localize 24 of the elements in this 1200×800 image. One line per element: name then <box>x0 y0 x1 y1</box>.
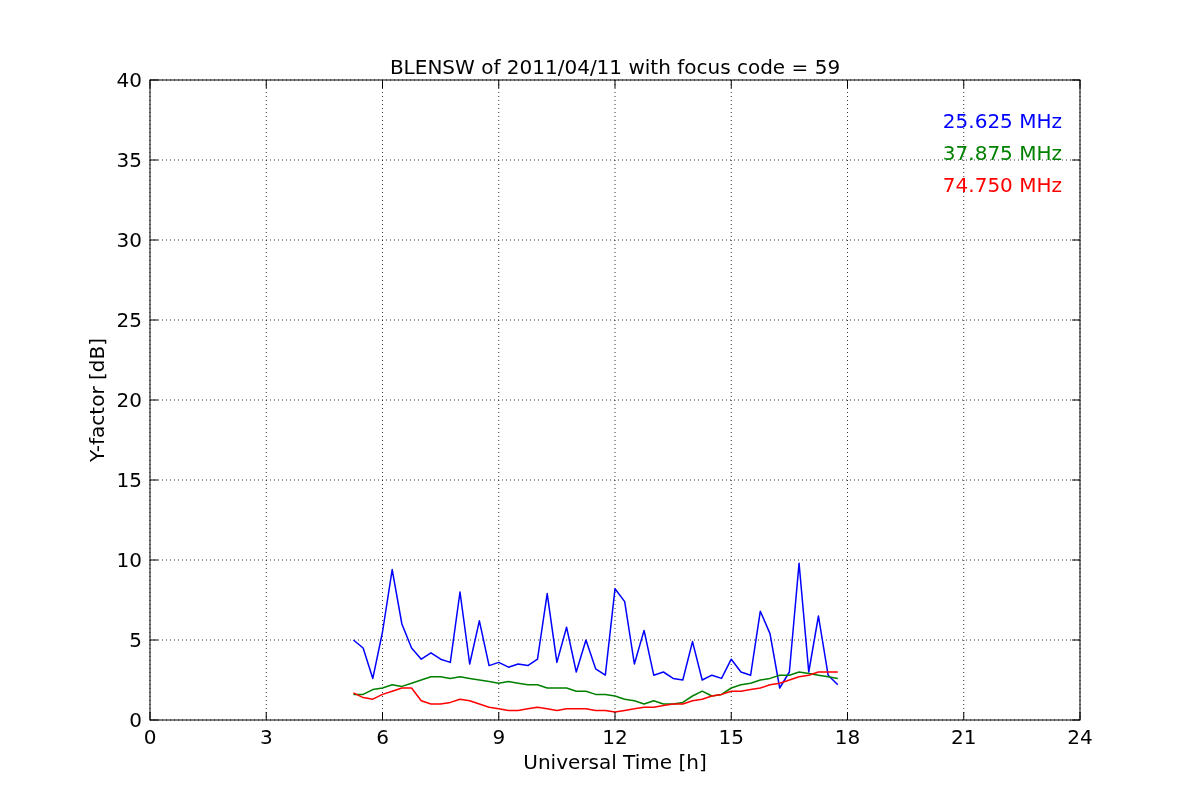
chart-title: BLENSW of 2011/04/11 with focus code = 59 <box>389 55 841 79</box>
legend-label: 74.750 MHz <box>942 173 1062 197</box>
tick-label: 35 <box>116 148 142 172</box>
legend-label: 37.875 MHz <box>942 141 1062 165</box>
legend-label: 25.625 MHz <box>942 109 1062 133</box>
tick-label: 18 <box>834 725 861 749</box>
tick-label: 25 <box>116 308 142 332</box>
tick-label: 5 <box>129 628 142 652</box>
tick-label: 9 <box>492 725 506 749</box>
tick-label: 20 <box>116 388 142 412</box>
tick-label: 15 <box>116 468 142 492</box>
tick-label: 15 <box>718 725 744 749</box>
tick-label: 12 <box>602 725 628 749</box>
tick-label: 3 <box>259 725 273 749</box>
tick-label: 40 <box>116 68 142 92</box>
axis-label: Universal Time [h] <box>523 750 707 774</box>
tick-label: 30 <box>116 228 142 252</box>
axis-label: Y-factor [dB] <box>85 338 109 462</box>
tick-label: 0 <box>143 725 157 749</box>
tick-label: 21 <box>951 725 977 749</box>
tick-label: 0 <box>129 708 142 732</box>
tick-label: 24 <box>1067 725 1093 749</box>
tick-label: 10 <box>116 548 142 572</box>
tick-label: 6 <box>376 725 389 749</box>
